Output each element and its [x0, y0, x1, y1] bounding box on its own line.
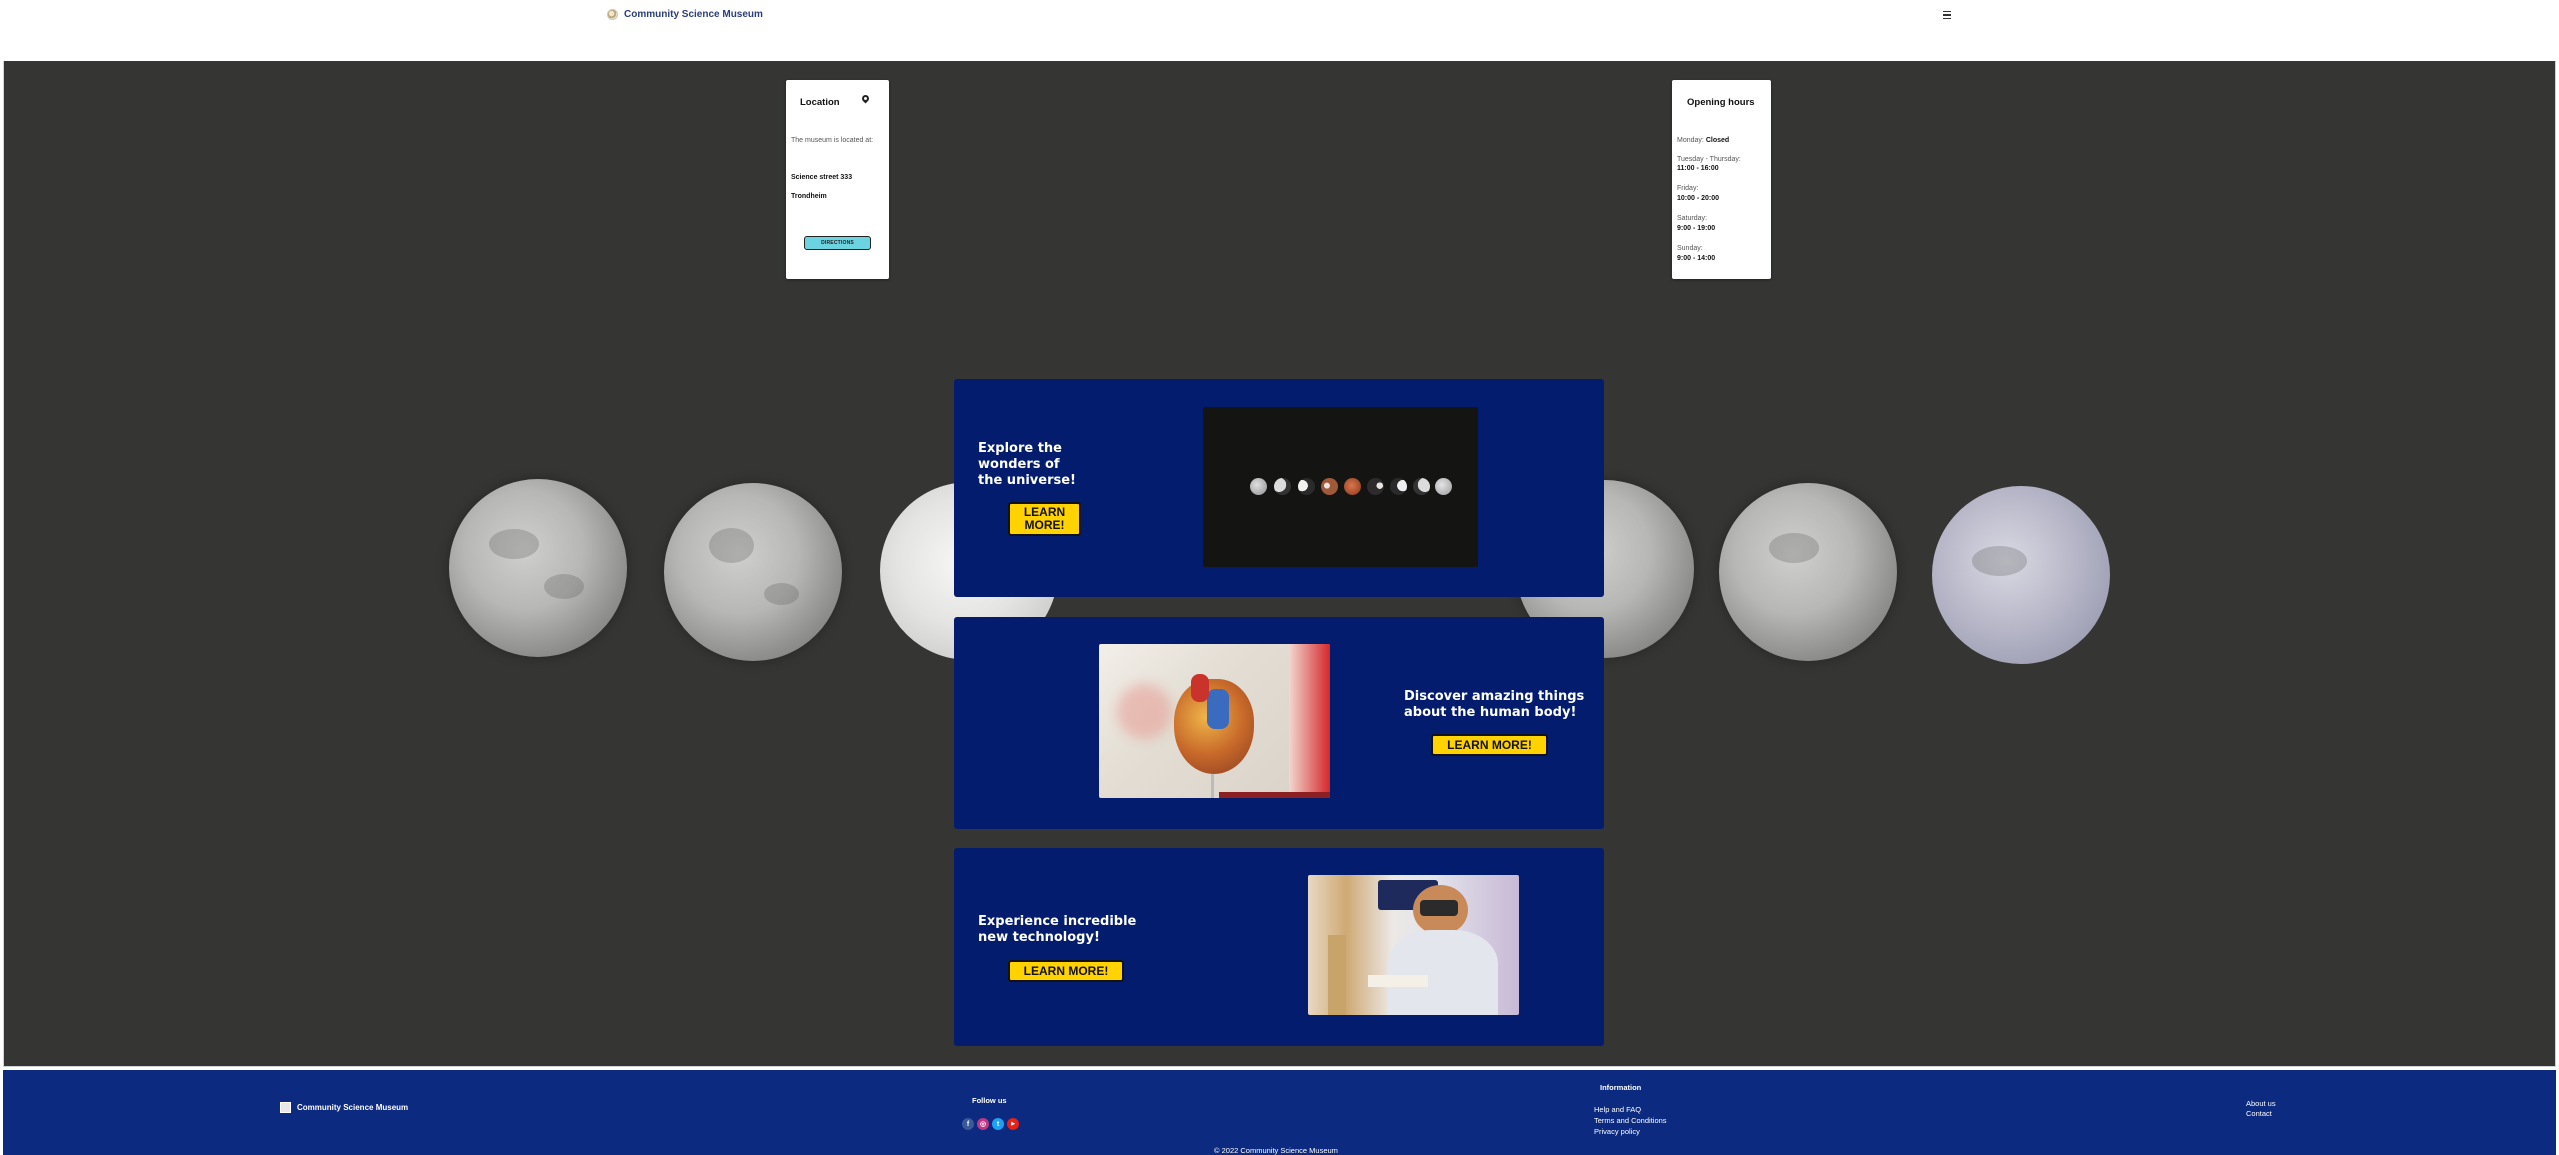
contact-link[interactable]: Contact — [2246, 1109, 2272, 1118]
hours-day: Saturday: — [1677, 215, 1707, 222]
brand-link[interactable]: Community Science Museum — [607, 9, 763, 20]
footer-logo-icon — [280, 1102, 291, 1113]
hours-time: 9:00 - 19:00 — [1677, 225, 1716, 232]
site-footer: Community Science Museum Follow us f ◎ t… — [3, 1068, 2556, 1155]
location-intro: The museum is located at: — [791, 137, 874, 144]
location-street: Science street 333 — [791, 174, 853, 181]
feature-panel-technology: Experience incredible new technology! LE… — [954, 848, 1604, 1046]
feature-title: Discover amazing things about the human … — [1404, 689, 1585, 720]
vr-headset-image — [1308, 875, 1519, 1015]
moon-image — [1719, 483, 1897, 661]
twitter-icon[interactable]: t — [992, 1118, 1004, 1130]
hours-title: Opening hours — [1687, 97, 1755, 108]
moon-image — [664, 483, 842, 661]
map-pin-icon — [862, 95, 869, 104]
follow-us-heading: Follow us — [972, 1096, 1007, 1105]
terms-link[interactable]: Terms and Conditions — [1594, 1116, 1667, 1125]
location-card: Location The museum is located at: Scien… — [786, 80, 889, 279]
moon-image — [1932, 486, 2110, 664]
directions-button[interactable]: DIRECTIONS — [804, 236, 871, 250]
museum-logo-icon — [607, 9, 618, 20]
help-faq-link[interactable]: Help and FAQ — [1594, 1105, 1641, 1114]
hours-day: Tuesday - Thursday: — [1677, 156, 1741, 163]
learn-more-button[interactable]: LEARN MORE! — [1008, 960, 1124, 982]
instagram-icon[interactable]: ◎ — [977, 1118, 989, 1130]
youtube-icon[interactable]: ▶ — [1007, 1118, 1019, 1130]
facebook-icon[interactable]: f — [962, 1118, 974, 1130]
location-title: Location — [800, 97, 840, 108]
feature-panel-human-body: Discover amazing things about the human … — [954, 617, 1604, 829]
feature-panel-universe: Explore the wonders of the universe! LEA… — [954, 379, 1604, 597]
copyright-text: © 2022 Community Science Museum — [1214, 1146, 1338, 1155]
information-heading: Information — [1600, 1083, 1642, 1092]
lunar-eclipse-image — [1203, 407, 1478, 567]
hours-time: 10:00 - 20:00 — [1677, 195, 1720, 202]
hours-time: 9:00 - 14:00 — [1677, 255, 1716, 262]
footer-brand-name[interactable]: Community Science Museum — [297, 1103, 408, 1112]
opening-hours-card: Opening hours Monday: Closed Tuesday - T… — [1672, 80, 1771, 279]
learn-more-button[interactable]: LEARN MORE! — [1008, 502, 1081, 536]
privacy-link[interactable]: Privacy policy — [1594, 1127, 1640, 1136]
feature-title: Experience incredible new technology! — [978, 914, 1137, 945]
about-us-link[interactable]: About us — [2246, 1099, 2276, 1108]
hours-day: Monday: Closed — [1677, 137, 1730, 144]
hours-day: Sunday: — [1677, 245, 1703, 252]
brand-name: Community Science Museum — [624, 9, 763, 20]
moon-image — [449, 479, 627, 657]
learn-more-button[interactable]: LEARN MORE! — [1431, 734, 1548, 756]
location-city: Trondheim — [791, 193, 827, 200]
heart-model-image — [1099, 644, 1330, 798]
feature-title: Explore the wonders of the universe! — [978, 441, 1076, 488]
site-header: Community Science Museum — [0, 0, 2559, 61]
hamburger-menu-icon[interactable] — [1940, 8, 1954, 22]
hours-day: Friday: — [1677, 185, 1699, 192]
hours-time: 11:00 - 16:00 — [1677, 165, 1719, 172]
